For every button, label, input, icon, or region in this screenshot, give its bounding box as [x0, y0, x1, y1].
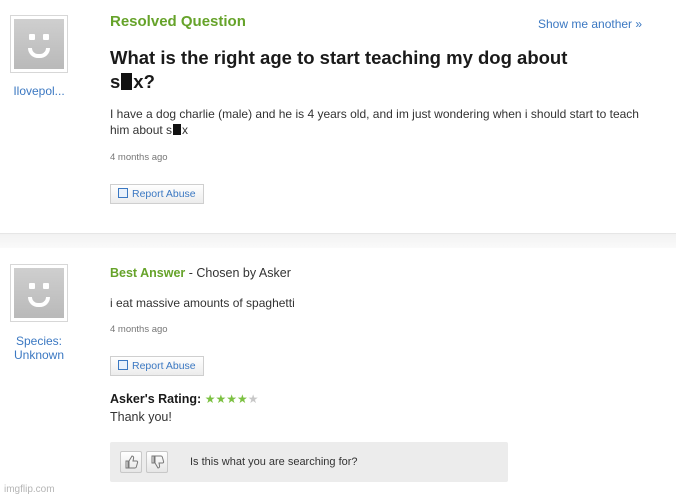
thumbs-up-icon[interactable] — [120, 451, 142, 473]
watermark: imgflip.com — [4, 484, 55, 495]
report-abuse-label: Report Abuse — [132, 188, 196, 200]
default-avatar-icon — [14, 268, 64, 318]
show-me-another-link[interactable]: Show me another » — [538, 17, 642, 31]
question-body-text: I have a dog charlie (male) and he is 4 … — [110, 107, 639, 137]
stars-filled: ★★★★ — [204, 392, 248, 406]
search-feedback-bar: Is this what you are searching for? — [110, 442, 508, 482]
default-avatar-icon — [14, 19, 64, 69]
answerer-name-line2: Unknown — [13, 348, 65, 362]
answerer-name[interactable]: Species: Unknown — [4, 334, 74, 362]
redaction-block — [173, 124, 182, 135]
answerer-name-line1: Species: — [15, 334, 63, 348]
best-answer-label: Best Answer — [110, 266, 186, 280]
question-title-s: s — [110, 71, 121, 92]
rating-label: Asker's Rating: — [110, 392, 202, 406]
resolved-question-heading: Resolved Question — [110, 13, 246, 30]
asker-avatar[interactable] — [10, 15, 68, 73]
section-divider — [0, 233, 676, 249]
best-answer-heading: Best Answer - Chosen by Asker — [110, 266, 291, 280]
redaction-block — [121, 73, 133, 90]
question-title-text: What is the right age to start teaching … — [110, 47, 568, 68]
flag-icon — [118, 360, 128, 370]
answer-report-abuse-button[interactable]: Report Abuse — [110, 356, 204, 376]
star-rating-icon: ★★★★★ — [205, 392, 259, 406]
question-timestamp: 4 months ago — [110, 152, 168, 163]
askers-rating: Asker's Rating: ★★★★★ — [110, 392, 258, 406]
question-title: What is the right age to start teaching … — [110, 46, 670, 94]
question-title-end: x? — [133, 71, 155, 92]
question-body: I have a dog charlie (male) and he is 4 … — [110, 106, 660, 138]
flag-icon — [118, 188, 128, 198]
report-abuse-label: Report Abuse — [132, 360, 196, 372]
question-card: Ilovepol... Resolved Question Show me an… — [0, 0, 676, 232]
search-feedback-prompt: Is this what you are searching for? — [190, 456, 358, 468]
chosen-by-asker: - Chosen by Asker — [185, 266, 291, 280]
answer-timestamp: 4 months ago — [110, 324, 168, 335]
thumbs-down-icon[interactable] — [146, 451, 168, 473]
answerer-avatar[interactable] — [10, 264, 68, 322]
rating-comment: Thank you! — [110, 410, 172, 424]
stars-empty: ★ — [247, 392, 259, 406]
answer-text: i eat massive amounts of spaghetti — [110, 296, 295, 310]
question-body-end: x — [182, 123, 189, 137]
asker-name[interactable]: Ilovepol... — [4, 84, 74, 98]
report-abuse-button[interactable]: Report Abuse — [110, 184, 204, 204]
